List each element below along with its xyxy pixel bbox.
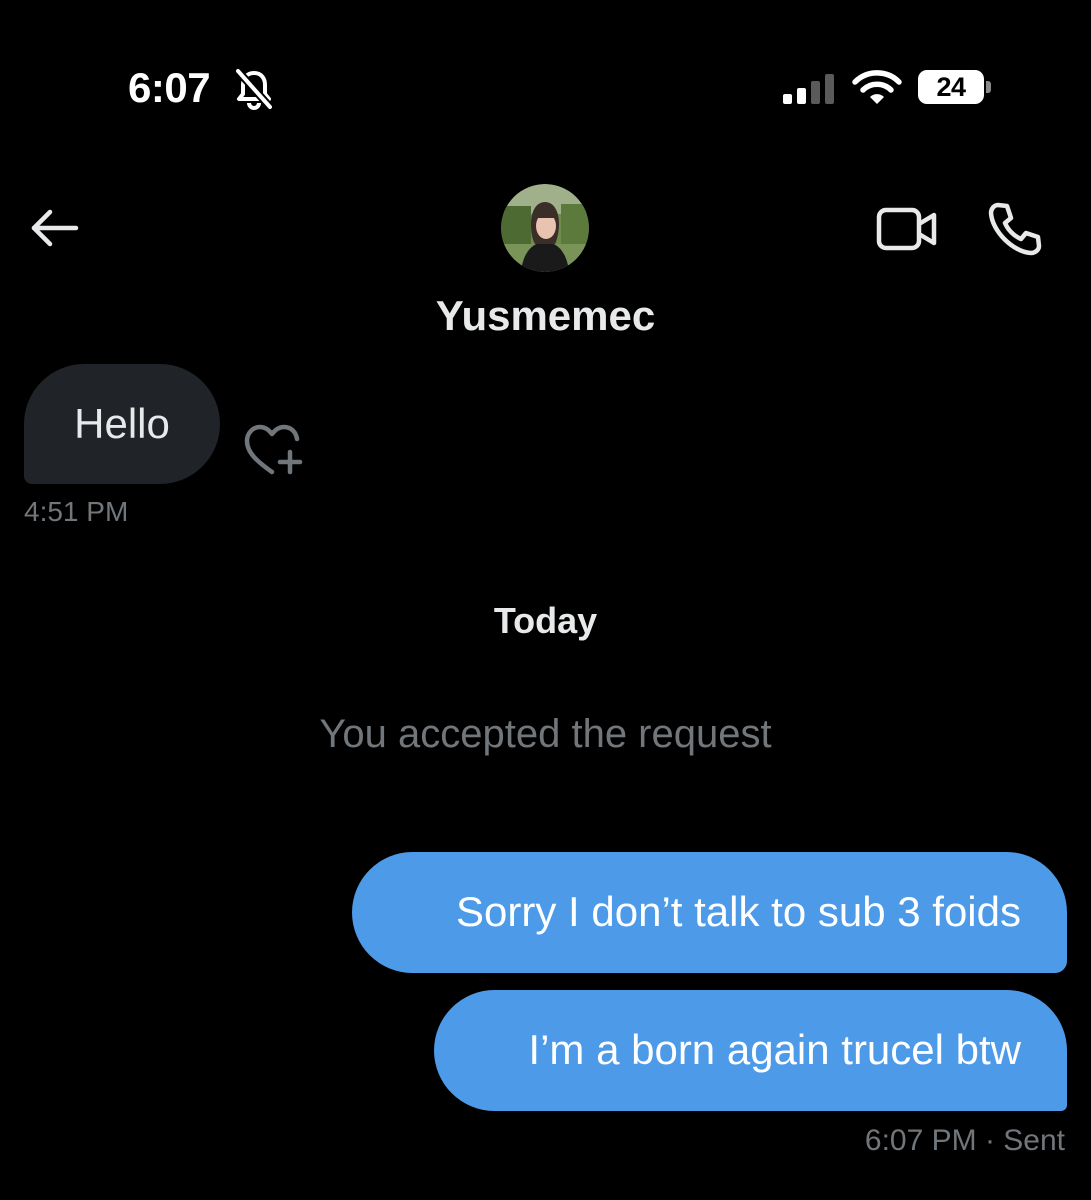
received-message-text: Hello (74, 400, 170, 447)
day-separator: Today (493, 600, 598, 641)
system-message: You accepted the request (319, 712, 772, 756)
contact-name[interactable]: Yusmemec (0, 292, 1091, 340)
sent-message-status: 6:07 PM · Sent (864, 1124, 1065, 1157)
back-arrow-icon[interactable] (28, 206, 80, 250)
received-message-time: 4:51 PM (24, 496, 129, 527)
avatar[interactable] (501, 184, 589, 272)
battery-level: 24 (936, 71, 966, 102)
sent-message-text: I’m a born again trucel btw (528, 1026, 1021, 1073)
phone-call-icon[interactable] (986, 200, 1044, 258)
status-time: 6:07 (128, 64, 211, 111)
bell-off-icon (235, 68, 273, 110)
wifi-icon (852, 70, 902, 104)
received-message-bubble[interactable]: Hello (24, 364, 220, 484)
sent-message-bubble[interactable]: I’m a born again trucel btw (434, 990, 1067, 1111)
battery-icon: 24 (918, 70, 996, 106)
heart-add-reaction-icon[interactable] (242, 422, 306, 478)
sent-message-bubble[interactable]: Sorry I don’t talk to sub 3 foids (352, 852, 1067, 973)
signal-icon (783, 74, 834, 104)
sent-message-text: Sorry I don’t talk to sub 3 foids (456, 888, 1021, 935)
video-call-icon[interactable] (876, 205, 938, 253)
